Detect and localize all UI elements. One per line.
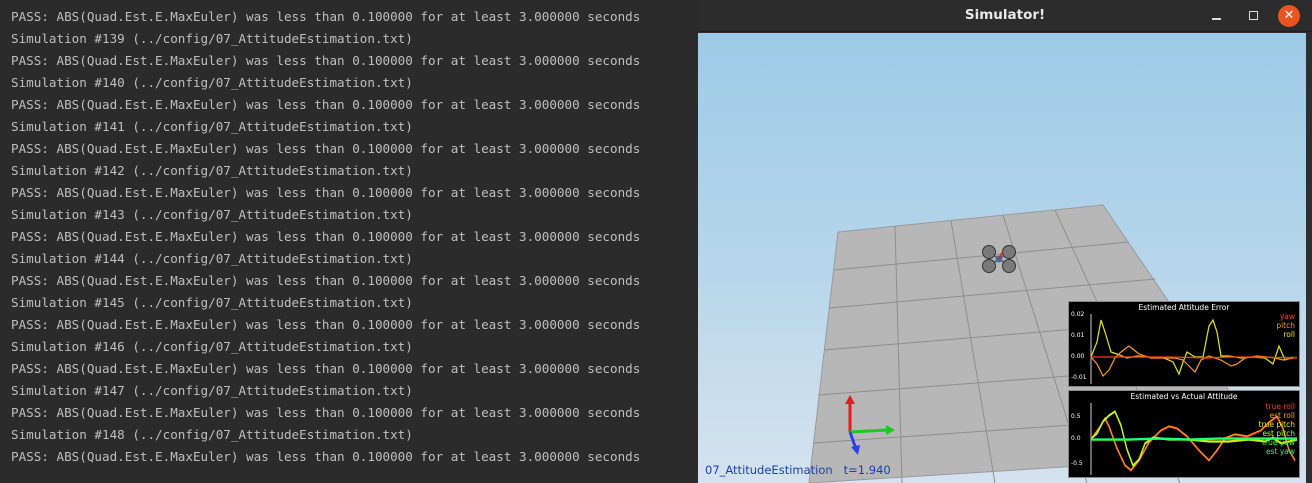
error-tick: -0.01 (1071, 374, 1087, 381)
terminal-line: Simulation #140 (../config/07_AttitudeEs… (11, 75, 413, 90)
close-icon: ✕ (1283, 8, 1295, 23)
terminal-line: PASS: ABS(Quad.Est.E.MaxEuler) was less … (11, 53, 641, 68)
attitude-error-graph (1090, 314, 1298, 384)
terminal-line: PASS: ABS(Quad.Est.E.MaxEuler) was less … (11, 361, 641, 376)
terminal-line: PASS: ABS(Quad.Est.E.MaxEuler) was less … (11, 185, 641, 200)
attitude-tick: -0.5 (1071, 460, 1083, 467)
error-plot-title: Estimated Attitude Error (1138, 303, 1230, 312)
attitude-error-plot: Estimated Attitude Error 0.02 0.01 0.00 … (1068, 301, 1300, 387)
legend-entry: est yaw (1265, 447, 1295, 456)
legend-entry: est pitch (1262, 429, 1295, 438)
terminal-line: PASS: ABS(Quad.Est.E.MaxEuler) was less … (11, 141, 641, 156)
terminal-line: PASS: ABS(Quad.Est.E.MaxEuler) was less … (11, 97, 641, 112)
terminal-line: Simulation #144 (../config/07_AttitudeEs… (11, 251, 413, 266)
terminal-line: Simulation #142 (../config/07_AttitudeEs… (11, 163, 413, 178)
maximize-button[interactable] (1243, 5, 1265, 27)
error-tick: 0.00 (1071, 353, 1085, 360)
simulation-viewport[interactable]: Estimated Attitude Error 0.02 0.01 0.00 … (698, 33, 1306, 483)
maximize-icon (1249, 11, 1258, 20)
terminal-scrollbar[interactable] (691, 30, 694, 450)
legend-entry: est roll (1269, 411, 1295, 420)
error-roll-series (1090, 318, 1294, 376)
window-border (1306, 33, 1312, 483)
terminal-output: PASS: ABS(Quad.Est.E.MaxEuler) was less … (11, 6, 640, 468)
error-tick: 0.02 (1071, 311, 1085, 318)
legend-entry: yaw (1279, 312, 1295, 321)
minimize-button[interactable] (1206, 5, 1228, 27)
error-pitch-series (1090, 345, 1294, 378)
window-titlebar[interactable]: Simulator! ✕ (698, 0, 1312, 32)
terminal-line: Simulation #147 (../config/07_AttitudeEs… (11, 383, 413, 398)
terminal-line: PASS: ABS(Quad.Est.E.MaxEuler) was less … (11, 405, 641, 420)
terminal-line: Simulation #139 (../config/07_AttitudeEs… (11, 31, 413, 46)
error-plot-legend: yaw pitch roll (1276, 312, 1295, 339)
attitude-plot-legend: true roll est roll true pitch est pitch true… (1259, 402, 1295, 456)
terminal-line: Simulation #148 (../config/07_AttitudeEs… (11, 427, 413, 442)
terminal-pane[interactable]: PASS: ABS(Quad.Est.E.MaxEuler) was less … (0, 0, 698, 483)
terminal-line: PASS: ABS(Quad.Est.E.MaxEuler) was less … (11, 229, 641, 244)
legend-entry: roll (1283, 330, 1295, 339)
terminal-line: Simulation #143 (../config/07_AttitudeEs… (11, 207, 413, 222)
simulation-status: 07_AttitudeEstimation t=1.940 (705, 463, 891, 477)
legend-entry: pitch (1276, 321, 1295, 330)
terminal-line: Simulation #145 (../config/07_AttitudeEs… (11, 295, 413, 310)
minimize-icon (1212, 18, 1221, 20)
attitude-plot-title: Estimated vs Actual Attitude (1130, 392, 1238, 401)
legend-entry: true yaw (1262, 438, 1295, 447)
terminal-line: PASS: ABS(Quad.Est.E.MaxEuler) was less … (11, 317, 641, 332)
attitude-comparison-plot: Estimated vs Actual Attitude 0.5 0.0 -0.… (1068, 390, 1300, 478)
attitude-tick: 0.0 (1071, 435, 1081, 442)
terminal-line: Simulation #146 (../config/07_AttitudeEs… (11, 339, 413, 354)
attitude-tick: 0.5 (1071, 413, 1081, 420)
terminal-line: PASS: ABS(Quad.Est.E.MaxEuler) was less … (11, 9, 641, 24)
legend-entry: true pitch (1258, 420, 1295, 429)
simulator-window[interactable]: Simulator! ✕ Estimated Attitude Error 0.… (698, 0, 1312, 483)
legend-entry: true roll (1265, 402, 1295, 411)
terminal-line: PASS: ABS(Quad.Est.E.MaxEuler) was less … (11, 273, 641, 288)
error-tick: 0.01 (1071, 332, 1085, 339)
terminal-line: PASS: ABS(Quad.Est.E.MaxEuler) was less … (11, 449, 641, 464)
close-button[interactable]: ✕ (1278, 5, 1300, 27)
terminal-line: Simulation #141 (../config/07_AttitudeEs… (11, 119, 413, 134)
error-yaw-series (1091, 356, 1298, 359)
